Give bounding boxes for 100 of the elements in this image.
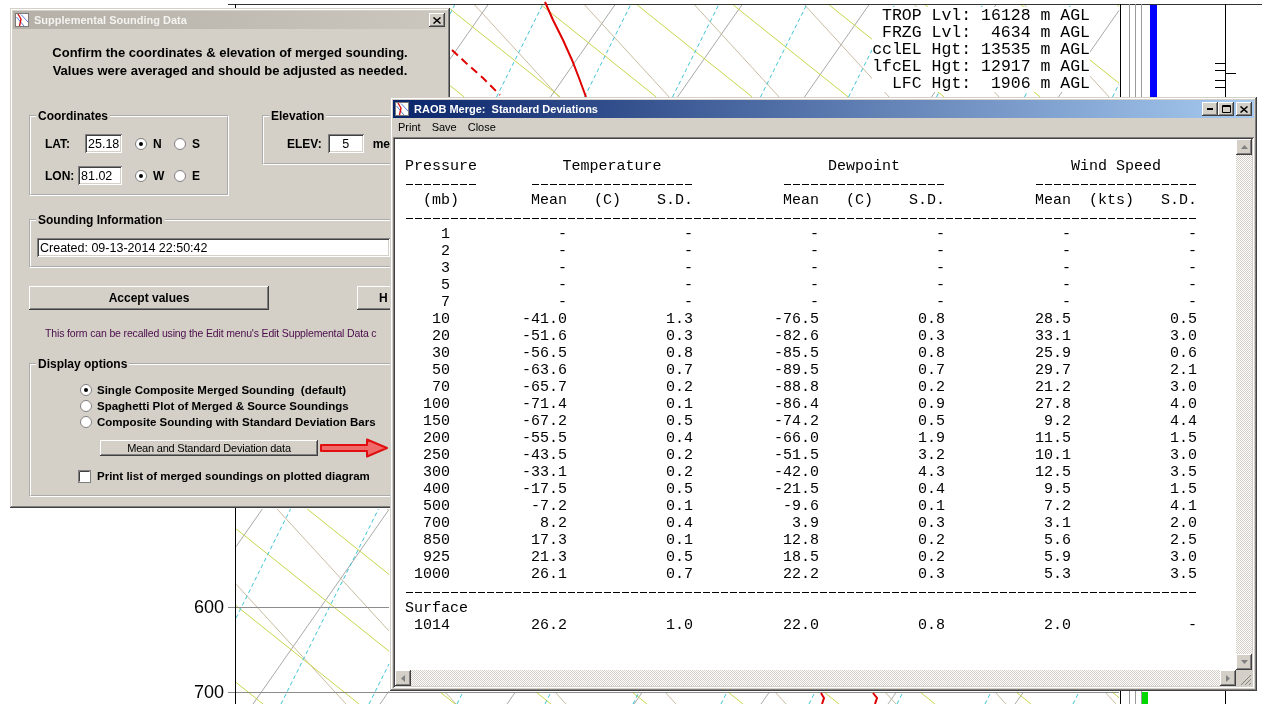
table-cell: 200 [423,430,450,447]
table-cell: 0.4 [918,481,945,498]
group-label: Display options [37,357,129,371]
menu-item[interactable]: Save [426,120,462,134]
axis-label: 600 [193,598,224,616]
radio-icon[interactable] [174,137,186,150]
radio-option[interactable]: Spaghetti Plot of Merged & Source Soundings [80,398,349,414]
menu-item[interactable]: Close [462,120,501,134]
scroll-up-button[interactable] [1236,139,1252,155]
vertical-scrollbar[interactable] [1236,139,1252,670]
radio-icon[interactable] [174,169,186,182]
table-cell: 10.1 [1035,447,1071,464]
table-cell: 1.0 [666,617,693,634]
level-value: 4634 m AGL [990,24,1090,41]
table-cell: 700 [423,515,450,532]
table-cell: 1.3 [666,311,693,328]
table-cell: 11.5 [1035,430,1071,447]
radio-option[interactable]: N [135,136,174,151]
elevation-field[interactable]: 5 [327,134,364,153]
table-cell: 5 [441,277,450,294]
field-label: LAT: [45,136,71,151]
maximize-button[interactable] [1218,102,1234,116]
column-header: Mean [1035,192,1071,209]
scroll-right-button[interactable] [1220,670,1236,686]
table-cell: - [810,294,819,311]
table-cell: 10 [432,311,450,328]
table-cell: -82.6 [774,328,819,345]
horizontal-scrollbar[interactable] [395,670,1236,686]
table-cell: -66.0 [774,430,819,447]
table-cell: 7 [441,294,450,311]
table-cell: 3.0 [1170,549,1197,566]
coordinate-field[interactable]: 25.18 [85,134,122,153]
indicator-bar [1142,692,1148,704]
table-cell: 1014 [414,617,450,634]
table-cell: 70 [432,379,450,396]
radio-icon[interactable] [135,137,147,150]
radio-icon[interactable] [80,400,92,412]
table-cell: -33.1 [522,464,567,481]
minimize-button[interactable] [1202,102,1218,116]
dashed-trace [820,692,826,704]
radio-option[interactable]: Single Composite Merged Sounding (default) [80,382,347,398]
table-cell: 100 [423,396,450,413]
push-button[interactable]: H [357,286,392,310]
table-cell: 2 [441,243,450,260]
table-cell: 12.5 [1035,464,1071,481]
table-cell: 0.3 [918,515,945,532]
dashed-trace [451,49,501,96]
table-cell: 0.5 [666,481,693,498]
column-group-header: Wind Speed [1071,158,1161,175]
table-cell: - [558,277,567,294]
radio-icon[interactable] [80,416,92,428]
radio-icon[interactable] [135,169,147,182]
scroll-down-button[interactable] [1236,654,1252,670]
table-cell: -74.2 [774,413,819,430]
field-label: LON: [45,168,75,183]
table-cell: 400 [423,481,450,498]
radio-option[interactable]: W [135,168,174,183]
table-cell: 0.4 [666,515,693,532]
data-button[interactable]: Mean and Standard Deviation data [100,440,318,456]
coordinate-field[interactable]: 81.02 [78,166,122,185]
close-button[interactable] [429,13,445,27]
checkbox-option[interactable]: Print list of merged soundings on plotted diagram [78,468,390,484]
table-cell: - [558,243,567,260]
scroll-left-button[interactable] [395,670,411,686]
checkbox-icon[interactable] [78,469,91,483]
table-cell: 0.7 [666,566,693,583]
table-cell: 50 [432,362,450,379]
table-cell: - [1188,617,1197,634]
radio-option[interactable]: Composite Sounding with Standard Deviation Bars [80,414,376,430]
table-cell: -42.0 [774,464,819,481]
table-cell: -67.2 [522,413,567,430]
menu-item[interactable]: Print [393,120,426,134]
table-cell: - [936,243,945,260]
table-cell: - [810,226,819,243]
radio-option[interactable]: S [174,136,213,151]
radio-option[interactable]: E [174,168,213,183]
table-cell: - [684,226,693,243]
table-cell: 2.1 [1170,362,1197,379]
close-button[interactable] [1236,102,1252,116]
axis-label: 700 [193,683,224,701]
level-label: cclEL Hgt: [872,41,972,58]
table-cell: - [810,260,819,277]
level-value: 1906 m AGL [990,75,1090,92]
push-button[interactable]: Accept values [29,286,269,310]
column-group-header: Pressure [405,158,477,175]
table-cell: 0.7 [918,362,945,379]
table-cell: - [936,226,945,243]
instruction-text: Confirm the coordinates & elevation of merged sounding. [52,44,408,62]
table-cell: - [1188,226,1197,243]
column-header: (mb) [423,192,459,209]
table-cell: 250 [423,447,450,464]
column-header: S.D. [1161,192,1197,209]
table-cell: 17.3 [531,532,567,549]
table-cell: 3 [441,260,450,277]
sounding-info-field[interactable]: Created: 09-13-2014 22:50:42 [37,238,390,257]
radio-icon[interactable] [80,384,92,396]
instruction-text: Values were averaged and should be adjusted as needed. [52,62,408,80]
group-label: Sounding Information [37,213,164,227]
table-cell: 25.9 [1035,345,1071,362]
level-value: 13535 m AGL [981,41,1090,58]
